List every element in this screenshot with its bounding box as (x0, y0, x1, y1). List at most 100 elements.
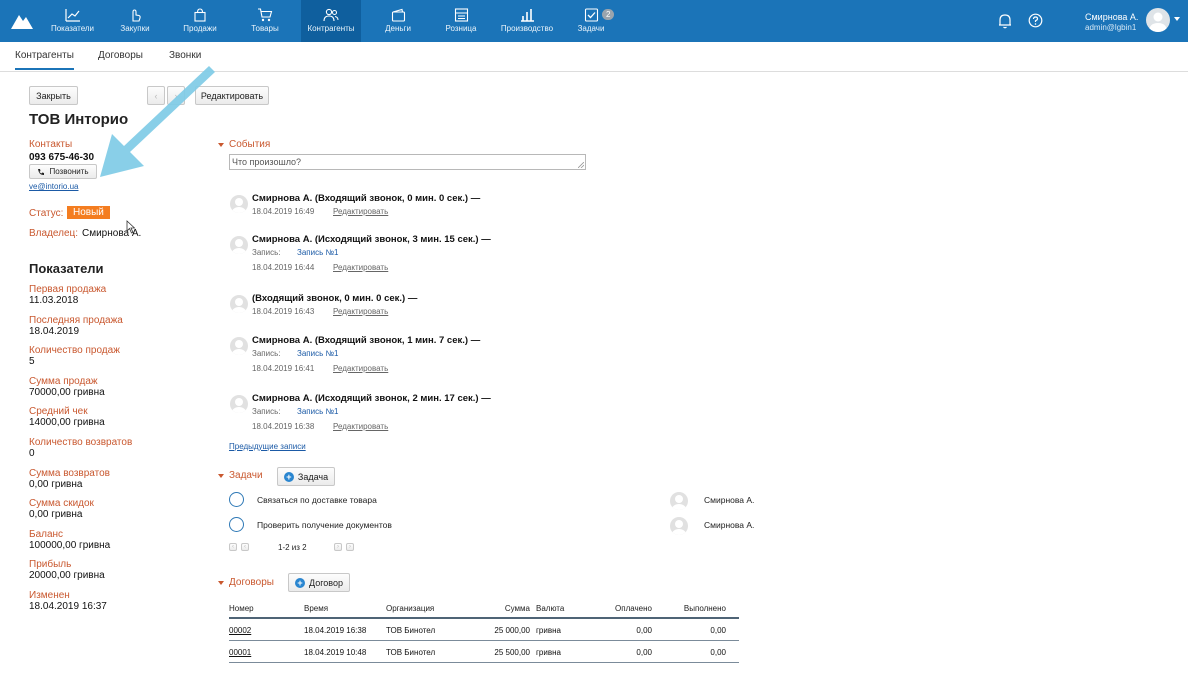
table-cell: гривна (536, 648, 561, 657)
chevron-left-icon: ‹ (244, 544, 246, 550)
indicator-label: Последняя продажа (29, 314, 123, 326)
nav-tasks[interactable]: Задачи (570, 0, 612, 42)
shopping-bag-icon (194, 8, 206, 22)
contract-number-link[interactable]: 00001 (229, 648, 251, 657)
nav-sales[interactable]: Продажи (176, 0, 224, 42)
nav-money[interactable]: Деньги (374, 0, 422, 42)
event-record-link[interactable]: Запись №1 (297, 349, 339, 358)
event-record-link[interactable]: Запись №1 (297, 407, 339, 416)
event-time: 18.04.2019 16:38 (252, 422, 315, 431)
table-row-divider (229, 662, 739, 663)
previous-records-link[interactable]: Предыдущие записи (229, 442, 306, 451)
indicator-value: 11.03.2018 (29, 295, 79, 306)
event-edit-link[interactable]: Редактировать (333, 307, 388, 316)
table-header-cell: Оплачено (615, 604, 652, 613)
event-record-label: Запись: (252, 248, 281, 257)
indicator-label: Изменен (29, 590, 70, 601)
event-edit-link[interactable]: Редактировать (333, 263, 388, 272)
contacts-label: Контакты (29, 139, 73, 150)
indicator-label: Количество продаж (29, 345, 120, 357)
resize-grip-icon[interactable] (578, 162, 584, 168)
help-icon[interactable] (1028, 13, 1043, 28)
user-name[interactable]: Смирнова А. (1085, 12, 1138, 22)
tab-contractors[interactable]: Контрагенты (15, 50, 74, 70)
task-text[interactable]: Связаться по доставке товара (257, 495, 377, 505)
event-input[interactable]: Что произошло? (229, 154, 586, 170)
chevron-left-icon: ‹ (232, 544, 234, 550)
task-assignee: Смирнова А. (704, 495, 755, 505)
app-logo-icon[interactable] (9, 9, 35, 33)
task-assignee: Смирнова А. (704, 520, 755, 530)
event-record-link[interactable]: Запись №1 (297, 248, 339, 257)
nav-label: Производство (500, 24, 554, 33)
indicator-label: Сумма скидок (29, 498, 94, 510)
table-header-cell: Сумма (504, 604, 530, 613)
user-menu-chevron-down-icon[interactable] (1174, 17, 1180, 21)
wallet-icon (391, 8, 405, 22)
tutorial-arrow-overlay-icon (100, 66, 215, 177)
event-time: 18.04.2019 16:41 (252, 364, 315, 373)
table-cell: 0,00 (636, 626, 652, 635)
indicator-value: 0 (29, 448, 35, 459)
nav-products[interactable]: Товары (241, 0, 289, 42)
event-edit-link[interactable]: Редактировать (333, 207, 388, 216)
table-cell: 18.04.2019 16:38 (304, 626, 367, 635)
event-time: 18.04.2019 16:43 (252, 307, 315, 316)
checkbox-icon (584, 8, 598, 22)
table-header-cell: Номер (229, 604, 254, 613)
table-row-divider (229, 640, 739, 641)
contract-number-link[interactable]: 00002 (229, 626, 251, 635)
add-contract-label: Договор (309, 577, 343, 588)
add-contract-button[interactable]: + Договор (288, 573, 350, 592)
event-time: 18.04.2019 16:49 (252, 207, 315, 216)
table-cell: 0,00 (710, 626, 726, 635)
table-header-divider (229, 617, 739, 619)
tasks-pager-text: 1-2 из 2 (278, 543, 307, 552)
nav-retail[interactable]: Розница (438, 0, 484, 42)
nav-dashboard[interactable]: Показатели (45, 0, 100, 42)
nav-production[interactable]: Производство (497, 0, 557, 42)
top-navigation-bar: Показатели Закупки Продажи Товары Контра… (0, 0, 1188, 42)
indicator-value: 14000,00 гривна (29, 417, 105, 429)
user-avatar[interactable] (1146, 8, 1170, 32)
event-edit-link[interactable]: Редактировать (333, 422, 388, 431)
pager-next-button[interactable]: › (334, 543, 342, 551)
indicator-value: 18.04.2019 (29, 325, 80, 337)
store-icon (454, 8, 468, 22)
pager-prev-button[interactable]: ‹ (241, 543, 249, 551)
indicator-label: Сумма возвратов (29, 467, 110, 479)
tasks-section-header[interactable]: Задачи (218, 470, 263, 481)
bell-icon[interactable] (998, 13, 1012, 29)
status-badge[interactable]: Новый (67, 206, 110, 219)
events-section-header[interactable]: События (218, 139, 270, 150)
table-cell: 0,00 (636, 648, 652, 657)
event-avatar (230, 395, 248, 413)
tasks-count-badge: 2 (602, 9, 615, 20)
event-edit-link[interactable]: Редактировать (333, 364, 388, 373)
indicator-value: 18.04.2019 16:37 (29, 601, 107, 612)
contracts-title: Договоры (229, 577, 274, 588)
phone-icon (38, 168, 45, 175)
pager-first-button[interactable]: ‹ (229, 543, 237, 551)
indicator-label: Сумма продаж (29, 375, 98, 387)
table-cell: 25 500,00 (494, 648, 530, 657)
events-title: События (229, 139, 271, 150)
task-complete-toggle[interactable] (229, 517, 244, 532)
pager-last-button[interactable]: › (346, 543, 354, 551)
indicator-value: 20000,00 гривна (29, 570, 105, 582)
nav-purchases[interactable]: Закупки (111, 0, 159, 42)
indicator-label: Первая продажа (29, 284, 107, 295)
table-header-cell: Организация (386, 604, 435, 613)
nav-label: Продажи (183, 24, 217, 33)
task-assignee-avatar (670, 517, 688, 535)
nav-label: Деньги (385, 24, 411, 33)
nav-contractors[interactable]: Контрагенты (301, 0, 361, 42)
add-task-button[interactable]: + Задача (277, 467, 335, 486)
user-email: admin@lgbin1 (1085, 23, 1137, 32)
event-title: Смирнова А. (Исходящий звонок, 2 мин. 17… (252, 393, 491, 404)
table-cell: ТОВ Бинотел (386, 626, 436, 635)
contracts-section-header[interactable]: Договоры (218, 577, 274, 588)
chevron-right-icon: › (349, 544, 351, 550)
task-complete-toggle[interactable] (229, 492, 244, 507)
task-text[interactable]: Проверить получение документов (257, 520, 392, 530)
